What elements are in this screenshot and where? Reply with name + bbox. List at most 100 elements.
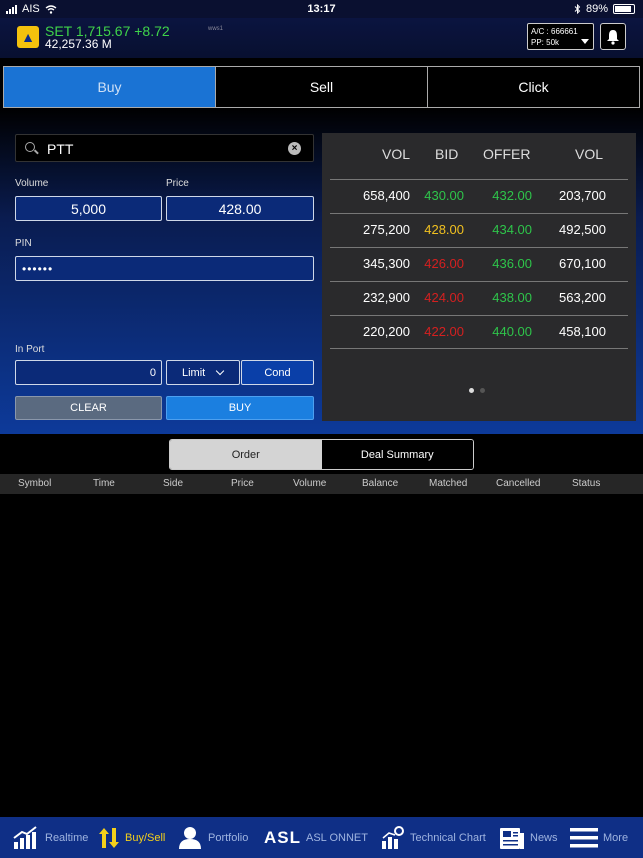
book-row[interactable]: 275,200 428.00 434.00 492,500 [322,222,636,242]
search-icon [25,142,35,152]
account-number: A/C : 666661 [531,27,578,36]
set-value: 42,257.36 M [45,37,112,51]
order-type-value: Limit [182,366,206,379]
symbol-search[interactable]: PTT × [15,134,314,162]
page-indicator[interactable] [469,388,485,393]
nav-label: News [530,831,558,844]
nav-news[interactable]: News [499,817,558,858]
battery-percent: 89% [585,3,608,15]
app-header: ▲ SET 1,715.67 +8.72 42,257.36 M wws1 A/… [0,18,643,58]
tab-sell[interactable]: Sell [215,67,427,107]
tab-click[interactable]: Click [427,67,639,107]
nav-label: Portfolio [208,831,249,844]
clock: 13:17 [307,3,336,15]
trade-panel: PTT × Volume Price 5,000 428.00 PIN ••••… [0,108,643,434]
status-bar: AIS 13:17 89% [0,0,643,18]
bid-offer-book: VOL BID OFFER VOL 658,400 430.00 432.00 … [322,133,636,421]
caret-down-icon [581,39,589,44]
person-icon [179,826,201,849]
asl-logo: ASL [264,827,301,847]
header-bid-vol: VOL [382,146,411,162]
nav-label: Realtime [45,831,89,844]
bid-price[interactable]: 426.00 [424,256,464,271]
nav-asl-onnet[interactable]: ASL ASL ONNET [264,817,368,858]
bid-volume: 658,400 [363,188,410,203]
offer-volume: 670,100 [559,256,606,271]
nav-realtime[interactable]: Realtime [12,817,88,858]
nav-portfolio[interactable]: Portfolio [177,817,248,858]
cond-button[interactable]: Cond [241,360,314,385]
book-row[interactable]: 232,900 424.00 438.00 563,200 [322,290,636,310]
bottom-nav: Realtime Buy/Sell Portfolio ASL ASL ONNE… [0,817,643,858]
nav-technical-chart[interactable]: Technical Chart [381,817,486,858]
col-matched[interactable]: Matched [429,478,467,489]
col-cancelled[interactable]: Cancelled [496,478,540,489]
trade-mode-tabs: Buy Sell Click [3,66,640,108]
bid-volume: 220,200 [363,324,410,339]
nav-label: Technical Chart [410,831,486,844]
tab-buy[interactable]: Buy [4,67,215,107]
book-row[interactable]: 658,400 430.00 432.00 203,700 [322,188,636,208]
pin-field[interactable]: •••••• [15,256,314,281]
tech-chart-icon [382,825,404,849]
offer-price[interactable]: 436.00 [492,256,532,271]
segment-deal-summary[interactable]: Deal Summary [321,440,473,469]
in-port-field[interactable]: 0 [15,360,162,385]
offer-price[interactable]: 440.00 [492,324,532,339]
bid-volume: 275,200 [363,222,410,237]
nav-buy-sell[interactable]: Buy/Sell [98,817,165,858]
arrows-updown-icon [99,827,119,848]
bell-icon [607,29,619,45]
bid-price[interactable]: 430.00 [424,188,464,203]
menu-icon [570,827,598,847]
col-status[interactable]: Status [572,478,600,489]
bluetooth-icon [574,4,581,14]
offer-price[interactable]: 432.00 [492,188,532,203]
divider [330,179,628,180]
news-icon [500,827,524,849]
notification-button[interactable] [600,23,626,50]
book-row[interactable]: 345,300 426.00 436.00 670,100 [322,256,636,276]
order-table-header: Symbol Time Side Price Volume Balance Ma… [0,474,643,494]
divider [330,247,628,248]
buy-button[interactable]: BUY [166,396,314,420]
volume-field[interactable]: 5,000 [15,196,162,221]
col-side[interactable]: Side [163,478,183,489]
col-volume[interactable]: Volume [293,478,326,489]
order-segment-control: Order Deal Summary [169,439,474,470]
server-label: wws1 [208,26,224,32]
clear-search-icon[interactable]: × [288,142,301,155]
col-symbol[interactable]: Symbol [18,478,51,489]
book-header: VOL BID OFFER VOL [322,146,636,166]
col-time[interactable]: Time [93,478,115,489]
bid-price[interactable]: 428.00 [424,222,464,237]
clear-button[interactable]: CLEAR [15,396,162,420]
chevron-down-icon [215,366,225,376]
nav-label: More [603,831,629,844]
chart-up-icon [13,825,37,849]
order-type-select[interactable]: Limit [166,360,240,385]
price-field[interactable]: 428.00 [166,196,314,221]
divider [330,315,628,316]
nav-more[interactable]: More [570,817,628,858]
page-dot [480,388,485,393]
offer-volume: 203,700 [559,188,606,203]
volume-label: Volume [15,178,49,189]
col-price[interactable]: Price [231,478,254,489]
offer-price[interactable]: 438.00 [492,290,532,305]
offer-volume: 458,100 [559,324,606,339]
pin-label: PIN [15,238,32,249]
bid-volume: 232,900 [363,290,410,305]
symbol-input[interactable]: PTT [47,141,73,157]
divider [330,281,628,282]
offer-volume: 563,200 [559,290,606,305]
nav-label: ASL ONNET [306,831,368,844]
col-balance[interactable]: Balance [362,478,398,489]
account-selector[interactable]: A/C : 666661 PP: 50k [527,23,594,50]
bid-price[interactable]: 422.00 [424,324,464,339]
offer-price[interactable]: 434.00 [492,222,532,237]
book-row[interactable]: 220,200 422.00 440.00 458,100 [322,324,636,344]
offer-volume: 492,500 [559,222,606,237]
bid-price[interactable]: 424.00 [424,290,464,305]
segment-order[interactable]: Order [170,440,322,469]
